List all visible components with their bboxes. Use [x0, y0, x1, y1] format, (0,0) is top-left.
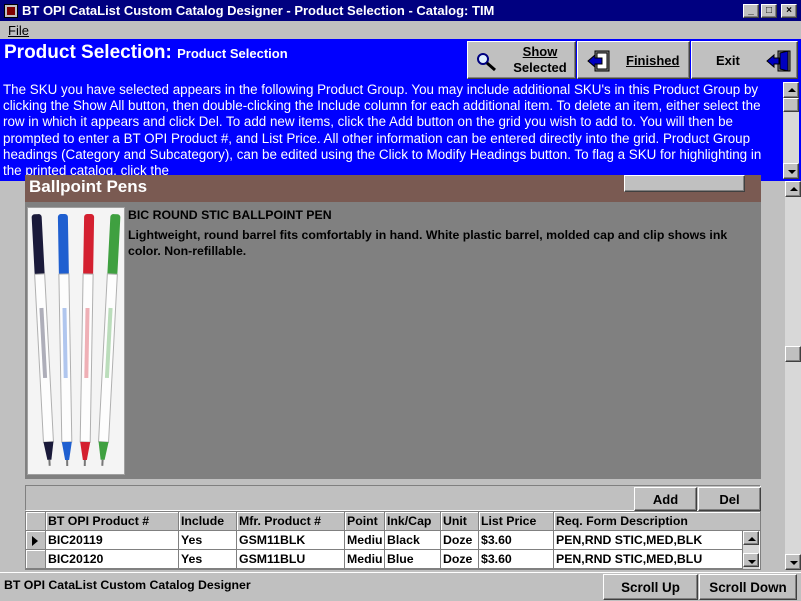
product-image [27, 207, 125, 475]
scroll-down-button[interactable]: Scroll Down [699, 574, 797, 600]
title-bar: BT OPI CataList Custom Catalog Designer … [0, 0, 801, 21]
cell-point[interactable]: Mediu [345, 550, 385, 569]
page-title: Product Selection: Product Selection [4, 42, 288, 64]
column-header[interactable]: Unit [441, 512, 479, 531]
instructions-text: The SKU you have selected appears in the… [3, 82, 762, 179]
show-selected-line1: Show [522, 44, 558, 59]
instructions-panel: The SKU you have selected appears in the… [0, 81, 801, 181]
column-header[interactable]: BT OPI Product # [46, 512, 179, 531]
cell-description[interactable]: PEN,RND STIC,MED,BLU [554, 550, 743, 569]
cell-unit[interactable]: Doze [441, 550, 479, 569]
door-return-icon [587, 50, 610, 72]
app-icon [4, 3, 18, 18]
modify-headings-button[interactable] [624, 175, 745, 192]
show-selected-label: Show Selected [506, 44, 574, 76]
cell-point[interactable]: Mediu [345, 531, 385, 550]
cell-list-price[interactable]: $3.60 [479, 550, 554, 569]
scroll-down-arrow-icon[interactable] [783, 163, 799, 179]
cell-ink-cap[interactable]: Black [385, 531, 441, 550]
main-scrollbar[interactable] [785, 181, 801, 570]
main-scroll-thumb[interactable] [785, 346, 801, 362]
add-button[interactable]: Add [634, 487, 697, 511]
exit-door-icon [766, 50, 791, 72]
exit-label: Exit [716, 53, 740, 68]
header-band: Product Selection: Product Selection Sho… [0, 39, 801, 81]
cell-description[interactable]: PEN,RND STIC,MED,BLK [554, 531, 743, 550]
cell-mfr-product[interactable]: GSM11BLU [237, 550, 345, 569]
table-row[interactable]: BIC20119 Yes GSM11BLK Mediu Black Doze $… [26, 531, 760, 550]
cell-unit[interactable]: Doze [441, 531, 479, 550]
scroll-up-arrow-icon[interactable] [783, 82, 799, 98]
del-button[interactable]: Del [698, 487, 761, 511]
group-heading: Ballpoint Pens [29, 177, 148, 196]
page-title-main: Product Selection: [4, 42, 172, 63]
status-text: BT OPI CataList Custom Catalog Designer [4, 578, 251, 592]
column-header[interactable]: Point [345, 512, 385, 531]
row-selector-header [26, 512, 46, 531]
grid-toolbar: Add Del [25, 485, 761, 511]
column-header[interactable]: Include [179, 512, 237, 531]
scroll-down-label: Scroll Down [709, 579, 787, 595]
close-button[interactable]: × [781, 3, 797, 18]
cell-include[interactable]: Yes [179, 550, 237, 569]
grid-header-row: BT OPI Product # Include Mfr. Product # … [26, 512, 760, 531]
cell-mfr-product[interactable]: GSM11BLK [237, 531, 345, 550]
column-header[interactable]: Mfr. Product # [237, 512, 345, 531]
cell-product-number[interactable]: BIC20119 [46, 531, 179, 550]
cell-ink-cap[interactable]: Blue [385, 550, 441, 569]
minimize-button[interactable]: _ [743, 3, 759, 18]
page-subtitle: Product Selection [177, 46, 288, 61]
menu-file[interactable]: File [8, 23, 29, 38]
product-group-panel: Ballpoint Pens BIC ROUND STIC BALLPOINT … [25, 175, 761, 479]
instructions-scrollbar[interactable] [783, 82, 799, 179]
finished-label: Finished [626, 53, 680, 68]
grid-scrollbar[interactable] [743, 531, 759, 569]
column-header[interactable]: Req. Form Description [554, 512, 760, 531]
scroll-up-button[interactable]: Scroll Up [603, 574, 698, 600]
row-selector[interactable] [26, 531, 46, 550]
cell-include[interactable]: Yes [179, 531, 237, 550]
magnifier-icon [477, 53, 496, 72]
column-header[interactable]: Ink/Cap [385, 512, 441, 531]
exit-button[interactable]: Exit [691, 41, 798, 79]
menu-bar: File [0, 21, 801, 39]
main-scroll-up-icon[interactable] [785, 181, 801, 197]
product-name: BIC ROUND STIC BALLPOINT PEN [128, 208, 332, 222]
window-title: BT OPI CataList Custom Catalog Designer … [22, 3, 495, 18]
sku-grid[interactable]: BT OPI Product # Include Mfr. Product # … [25, 511, 761, 570]
show-selected-button[interactable]: Show Selected [467, 41, 576, 79]
show-selected-line2: Selected [513, 60, 567, 75]
finished-button[interactable]: Finished [577, 41, 690, 79]
column-header[interactable]: List Price [479, 512, 554, 531]
scroll-up-label: Scroll Up [621, 579, 680, 595]
table-row[interactable]: BIC20120 Yes GSM11BLU Mediu Blue Doze $3… [26, 550, 760, 569]
grid-scroll-up-icon[interactable] [743, 531, 759, 545]
current-row-arrow-icon [32, 536, 38, 546]
scroll-thumb[interactable] [783, 98, 799, 112]
product-description: Lightweight, round barrel fits comfortab… [128, 228, 728, 258]
cell-product-number[interactable]: BIC20120 [46, 550, 179, 569]
main-scroll-down-icon[interactable] [785, 554, 801, 570]
pens-illustration [28, 208, 124, 474]
row-selector[interactable] [26, 550, 46, 569]
cell-list-price[interactable]: $3.60 [479, 531, 554, 550]
maximize-button[interactable]: □ [761, 3, 777, 18]
status-bar: BT OPI CataList Custom Catalog Designer … [0, 572, 801, 601]
grid-scroll-down-icon[interactable] [743, 553, 759, 567]
